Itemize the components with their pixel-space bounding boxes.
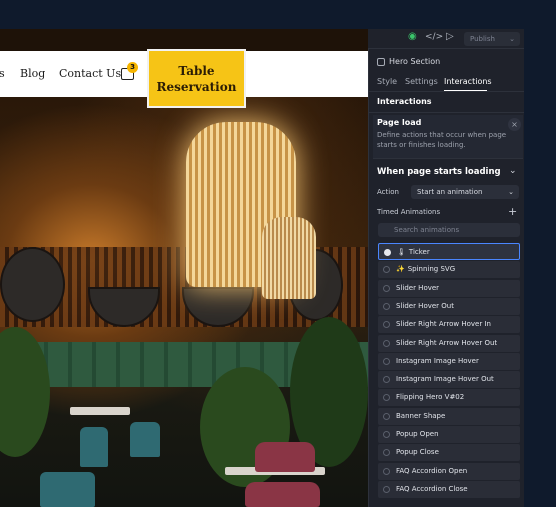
animation-label: Instagram Image Hover — [396, 356, 479, 365]
radio-icon[interactable] — [384, 249, 391, 256]
search-placeholder: Search animations — [394, 226, 460, 234]
trigger-title: When page starts loading — [377, 167, 501, 177]
divider — [368, 91, 524, 92]
round-mirror — [0, 247, 65, 322]
table-reservation-button[interactable]: Table Reservation — [149, 51, 244, 106]
animation-label: Banner Shape — [396, 411, 446, 420]
action-label: Action — [377, 188, 399, 196]
tab-style[interactable]: Style — [377, 77, 397, 86]
chair — [40, 472, 95, 507]
animation-label: Ticker — [408, 248, 430, 256]
radio-icon[interactable] — [383, 339, 390, 347]
animation-label: Spinning SVG — [407, 265, 456, 274]
element-header: Hero Section — [377, 57, 440, 66]
animation-label: FAQ Accordion Open — [396, 466, 468, 475]
radio-icon[interactable] — [383, 485, 390, 493]
page-load-desc-2: starts or finishes loading. — [377, 141, 466, 149]
action-select-value: Start an animation — [417, 188, 483, 196]
publish-button[interactable]: Publish ⌄ — [464, 32, 520, 46]
animation-list-item[interactable]: Popup Close — [378, 444, 520, 462]
animation-list-item[interactable]: Flipping Hero V#02 — [378, 389, 520, 407]
radio-icon[interactable] — [383, 394, 390, 402]
chevron-down-icon[interactable]: ⌄ — [509, 166, 517, 176]
interactions-heading: Interactions — [377, 97, 432, 106]
animation-list-item[interactable]: Instagram Image Hover Out — [378, 371, 520, 389]
animation-label: Popup Open — [396, 430, 439, 438]
divider — [368, 112, 524, 113]
animation-list-item[interactable]: Slider Right Arrow Hover Out — [378, 334, 520, 352]
nav-link-blog[interactable]: Blog — [20, 67, 45, 80]
nav-link-contact[interactable]: Contact Us — [59, 67, 121, 80]
animation-list-item[interactable]: Instagram Image Hover — [378, 352, 520, 370]
animation-label: Flipping Hero V#02 — [396, 393, 465, 402]
table — [70, 407, 130, 415]
chair — [80, 427, 108, 467]
animation-label: Slider Right Arrow Hover In — [396, 320, 491, 329]
cta-line-1: Table — [178, 63, 215, 78]
hero-restaurant-photo — [0, 97, 368, 507]
pendant-lamp-small — [262, 217, 316, 299]
radio-icon[interactable] — [383, 449, 390, 457]
page-load-desc-1: Define actions that occur when page — [377, 131, 507, 139]
radio-icon[interactable] — [383, 321, 390, 329]
chair — [255, 442, 315, 472]
cart-icon[interactable]: 3 — [121, 62, 138, 81]
timed-animations-title: Timed Animations — [377, 208, 441, 216]
close-icon[interactable]: × — [508, 118, 521, 131]
page-load-title: Page load — [377, 118, 422, 127]
add-icon[interactable]: + — [508, 205, 517, 218]
play-icon[interactable]: ▷ — [446, 31, 454, 42]
check-circle-icon[interactable]: ◉ — [408, 31, 417, 42]
animation-label: Instagram Image Hover Out — [396, 375, 494, 384]
element-checkbox[interactable] — [377, 57, 385, 66]
chair — [245, 482, 320, 507]
tab-interactions[interactable]: Interactions — [444, 77, 492, 86]
nav-link-services[interactable]: s — [0, 67, 5, 80]
radio-icon[interactable] — [383, 266, 390, 274]
cart-count-badge: 3 — [127, 62, 138, 73]
radio-icon[interactable] — [383, 467, 390, 475]
animation-list-item[interactable]: ✨ Spinning SVG — [378, 261, 520, 279]
element-name: Hero Section — [389, 57, 441, 66]
animation-label: FAQ Accordion Close — [396, 484, 468, 493]
animation-list-item[interactable]: FAQ Accordion Close — [378, 480, 520, 498]
code-icon[interactable]: </> — [425, 32, 443, 42]
search-animations-input[interactable]: Search animations — [378, 223, 520, 237]
animation-list-item[interactable]: Slider Hover — [378, 279, 520, 297]
animation-list-item[interactable]: FAQ Accordion Open — [378, 462, 520, 480]
chevron-down-icon: ⌄ — [508, 188, 514, 196]
animation-emoji-icon: ✨ — [396, 265, 405, 274]
radio-icon[interactable] — [383, 376, 390, 384]
animation-label: Slider Hover Out — [396, 301, 454, 310]
animation-list-item[interactable]: Slider Right Arrow Hover In — [378, 316, 520, 334]
animation-list-item[interactable]: 🌡 Ticker — [378, 243, 520, 260]
animation-label: Slider Right Arrow Hover Out — [396, 338, 498, 347]
cta-line-2: Reservation — [156, 79, 237, 94]
tab-settings[interactable]: Settings — [405, 77, 438, 86]
chair — [130, 422, 160, 457]
radio-icon[interactable] — [383, 412, 390, 420]
radio-icon[interactable] — [383, 284, 390, 292]
animation-list-item[interactable]: Banner Shape — [378, 407, 520, 425]
animation-list-item[interactable]: Slider Hover Out — [378, 297, 520, 315]
animation-emoji-icon: 🌡 — [397, 248, 406, 256]
radio-icon[interactable] — [383, 357, 390, 365]
radio-icon[interactable] — [383, 302, 390, 310]
chevron-down-icon: ⌄ — [509, 35, 515, 43]
animation-label: Slider Hover — [396, 283, 440, 292]
action-select[interactable]: Start an animation ⌄ — [411, 185, 519, 199]
animation-label: Popup Close — [396, 448, 439, 457]
publish-label: Publish — [470, 35, 495, 43]
radio-icon[interactable] — [383, 431, 390, 438]
animation-list-item[interactable]: Popup Open — [378, 426, 520, 443]
